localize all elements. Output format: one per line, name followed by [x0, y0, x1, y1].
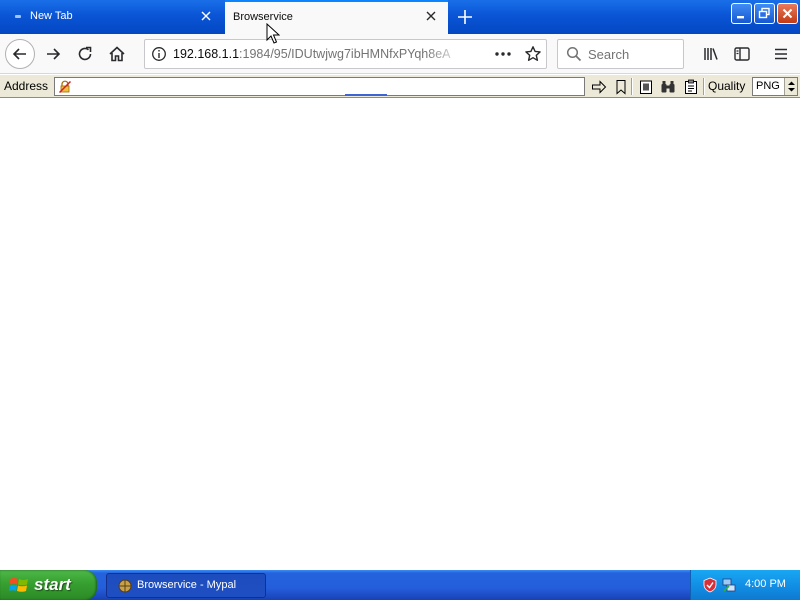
plus-icon — [458, 10, 472, 24]
loading-indicator — [345, 94, 387, 96]
toolbar-separator — [703, 78, 705, 95]
restore-icon — [758, 7, 770, 19]
insecure-icon — [58, 80, 72, 94]
new-tab-favicon-icon — [15, 15, 21, 18]
search-bar[interactable] — [557, 39, 684, 69]
browservice-control-bar: Address Quality PNG — [0, 75, 800, 98]
clipboard-button[interactable] — [636, 77, 655, 96]
new-tab-button[interactable] — [456, 8, 474, 26]
url-bar[interactable]: 192.168.1.1:1984/95/IDUtwjwg7ibHMNfxPYqh… — [144, 39, 547, 69]
navigation-toolbar: 192.168.1.1:1984/95/IDUtwjwg7ibHMNfxPYqh… — [0, 34, 800, 74]
url-text[interactable]: 192.168.1.1:1984/95/IDUtwjwg7ibHMNfxPYqh… — [173, 47, 463, 61]
quality-value: PNG — [756, 80, 780, 92]
taskbar-clock: 4:00 PM — [745, 578, 786, 590]
window-close-button[interactable] — [777, 3, 798, 24]
bookmark-icon — [616, 79, 625, 95]
info-icon[interactable] — [151, 46, 167, 62]
home-button[interactable] — [102, 39, 132, 69]
tab-label: New Tab — [30, 10, 73, 22]
spinner-arrows-icon — [788, 81, 795, 92]
close-icon — [201, 11, 211, 21]
search-icon — [566, 46, 582, 62]
quality-spinner[interactable] — [784, 78, 797, 95]
windows-taskbar: start Browservice - Mypal 4:00 PM — [0, 570, 800, 600]
close-tab-button[interactable] — [199, 9, 213, 23]
more-actions-icon[interactable] — [493, 46, 513, 62]
network-icon[interactable] — [721, 577, 737, 593]
forward-button[interactable] — [38, 39, 68, 69]
start-label: start — [34, 575, 71, 594]
search-input[interactable] — [588, 45, 678, 63]
url-host: 192.168.1.1 — [173, 47, 240, 61]
restore-button[interactable] — [754, 3, 775, 24]
window-controls — [731, 3, 798, 24]
minimize-icon — [737, 16, 744, 19]
url-fade — [425, 42, 465, 66]
back-arrow-icon — [12, 48, 26, 60]
start-button[interactable]: start — [0, 570, 97, 600]
toolbar-separator — [631, 78, 633, 95]
system-tray: 4:00 PM — [690, 570, 800, 600]
forward-arrow-icon — [47, 48, 61, 60]
go-arrow-icon — [591, 79, 606, 94]
clipboard-paste-button[interactable] — [681, 77, 700, 96]
hamburger-menu-icon — [775, 48, 787, 60]
find-button[interactable] — [658, 77, 677, 96]
bookmark-star-icon[interactable] — [524, 45, 542, 63]
windows-logo-icon — [9, 578, 28, 592]
library-button[interactable] — [696, 39, 726, 69]
page-content-area[interactable] — [0, 99, 800, 570]
quality-select[interactable]: PNG — [752, 77, 798, 96]
close-icon — [426, 11, 436, 21]
sidebar-toggle-button[interactable] — [727, 39, 757, 69]
sidebar-icon — [734, 47, 750, 61]
taskbar-item-browservice[interactable]: Browservice - Mypal — [106, 573, 266, 598]
title-tab-strip: New Tab Browservice — [0, 0, 800, 34]
clipboard-icon — [684, 79, 697, 94]
url-path: :1984/95/IDUtwjwg7ibHMNfxPYqh8eA — [239, 47, 451, 61]
shield-icon[interactable] — [702, 577, 718, 593]
go-button[interactable] — [589, 77, 608, 96]
bookmark-button[interactable] — [611, 77, 630, 96]
hamburger-menu-button[interactable] — [766, 39, 796, 69]
binoculars-icon — [661, 80, 674, 92]
quality-label: Quality — [708, 79, 746, 93]
reload-button[interactable] — [70, 39, 100, 69]
library-icon — [704, 48, 718, 60]
minimize-button[interactable] — [731, 3, 752, 24]
window-close-icon — [782, 8, 793, 19]
tab-browservice[interactable]: Browservice — [225, 0, 448, 34]
close-tab-button[interactable] — [424, 9, 438, 23]
mouse-cursor-icon — [266, 23, 280, 44]
clipboard-icon — [639, 80, 652, 94]
tab-new-tab[interactable]: New Tab — [0, 0, 224, 34]
home-icon — [109, 46, 125, 62]
tab-label: Browservice — [233, 11, 293, 23]
address-label: Address — [4, 79, 49, 93]
taskbar-item-label: Browservice - Mypal — [137, 579, 237, 591]
back-button[interactable] — [5, 39, 35, 69]
reload-icon — [78, 46, 92, 61]
app-icon — [118, 579, 132, 593]
address-field[interactable] — [54, 77, 585, 96]
